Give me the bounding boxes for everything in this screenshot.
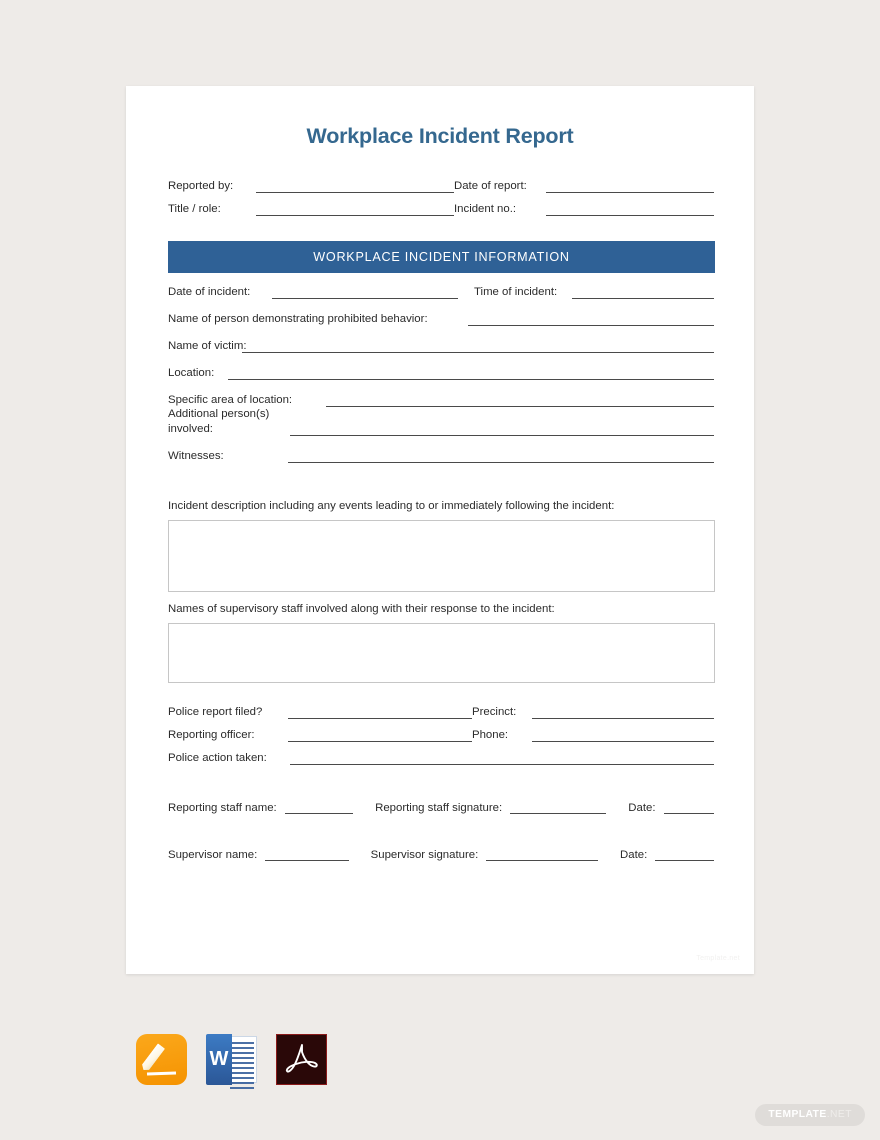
row-specific-area: Specific area of location: xyxy=(168,394,714,407)
field-phone[interactable]: Phone: xyxy=(472,729,714,742)
acrobat-a-glyph xyxy=(285,1043,318,1073)
row-police-report-precinct: Police report filed? Precinct: xyxy=(168,706,714,719)
label-phone: Phone: xyxy=(472,729,509,741)
brand-name-bold: TEMPLATE xyxy=(768,1109,827,1120)
input-title-role[interactable] xyxy=(256,205,454,216)
label-witnesses: Witnesses: xyxy=(168,450,224,462)
label-date-of-report: Date of report: xyxy=(454,180,527,192)
label-date-of-incident: Date of incident: xyxy=(168,286,251,298)
brand-name-light: .NET xyxy=(826,1109,852,1120)
row-prohibited-behavior: Name of person demonstrating prohibited … xyxy=(168,313,714,326)
row-location: Location: xyxy=(168,367,714,380)
label-location: Location: xyxy=(168,367,215,379)
word-text-lines xyxy=(230,1042,254,1092)
input-prohibited-behavior[interactable] xyxy=(468,315,714,326)
banner-label: WORKPLACE INCIDENT INFORMATION xyxy=(313,250,570,264)
field-reporting-officer[interactable]: Reporting officer: xyxy=(168,729,472,742)
incident-information-block: Date of incident: Time of incident: Name… xyxy=(168,286,714,477)
pages-icon-shape xyxy=(136,1034,187,1085)
input-reporting-staff-date[interactable] xyxy=(663,803,714,814)
label-reporting-staff-name: Reporting staff name: xyxy=(168,802,277,814)
section-banner-workplace-incident-information: WORKPLACE INCIDENT INFORMATION xyxy=(168,241,715,273)
input-phone[interactable] xyxy=(532,731,714,742)
input-reporting-staff-name[interactable] xyxy=(284,803,354,814)
input-date-of-incident[interactable] xyxy=(272,288,458,299)
label-prohibited-behavior: Name of person demonstrating prohibited … xyxy=(168,313,428,325)
police-information-block: Police report filed? Precinct: Reporting… xyxy=(168,706,714,775)
label-reported-by: Reported by: xyxy=(168,180,234,192)
input-date-of-report[interactable] xyxy=(546,182,714,193)
input-supervisory-staff[interactable] xyxy=(168,623,715,683)
label-title-role: Title / role: xyxy=(168,203,221,215)
label-precinct: Precinct: xyxy=(472,706,517,718)
label-supervisor-name: Supervisor name: xyxy=(168,849,258,861)
microsoft-word-icon[interactable]: W xyxy=(206,1034,258,1090)
label-reporting-officer: Reporting officer: xyxy=(168,729,255,741)
input-reporting-officer[interactable] xyxy=(288,731,472,742)
row-reported-by: Reported by: Date of report: xyxy=(168,180,714,193)
field-date-of-report[interactable]: Date of report: xyxy=(454,180,714,193)
label-incident-no: Incident no.: xyxy=(454,203,517,215)
row-supervisor: Supervisor name: Supervisor signature: D… xyxy=(168,849,714,861)
input-name-of-victim[interactable] xyxy=(242,342,714,353)
input-additional-persons[interactable] xyxy=(290,425,714,436)
input-witnesses[interactable] xyxy=(288,452,714,463)
row-reporting-staff: Reporting staff name: Reporting staff si… xyxy=(168,802,714,814)
row-date-time-of-incident: Date of incident: Time of incident: xyxy=(168,286,714,299)
label-police-report-filed: Police report filed? xyxy=(168,706,263,718)
input-supervisor-date[interactable] xyxy=(655,850,714,861)
field-police-report-filed[interactable]: Police report filed? xyxy=(168,706,472,719)
label-supervisor-date: Date: xyxy=(620,849,648,861)
input-specific-area[interactable] xyxy=(326,396,714,407)
supervisor-signature-row: Supervisor name: Supervisor signature: D… xyxy=(168,849,714,861)
field-incident-no[interactable]: Incident no.: xyxy=(454,203,714,216)
field-title-role[interactable]: Title / role: xyxy=(168,203,454,216)
label-incident-description: Incident description including any event… xyxy=(168,500,615,512)
label-supervisory-staff: Names of supervisory staff involved alon… xyxy=(168,603,555,615)
input-incident-no[interactable] xyxy=(546,205,714,216)
input-reported-by[interactable] xyxy=(256,182,454,193)
row-additional-persons: Additional person(s) involved: xyxy=(168,407,714,436)
label-name-of-victim: Name of victim: xyxy=(168,340,247,352)
input-time-of-incident[interactable] xyxy=(572,288,714,299)
input-reporting-staff-signature[interactable] xyxy=(510,803,607,814)
input-incident-description[interactable] xyxy=(168,520,715,592)
document-watermark: Template.net xyxy=(696,955,740,962)
pen-icon xyxy=(140,1043,165,1072)
input-location[interactable] xyxy=(228,369,714,380)
input-supervisor-name[interactable] xyxy=(265,850,349,861)
document-page: Workplace Incident Report Reported by: D… xyxy=(126,86,754,974)
file-format-icons: W xyxy=(136,1034,328,1090)
label-supervisor-signature: Supervisor signature: xyxy=(370,849,479,861)
row-reporting-officer-phone: Reporting officer: Phone: xyxy=(168,729,714,742)
word-icon-shape: W xyxy=(206,1034,257,1089)
label-reporting-staff-signature: Reporting staff signature: xyxy=(375,802,503,814)
input-precinct[interactable] xyxy=(532,708,714,719)
label-police-action-taken: Police action taken: xyxy=(168,752,267,764)
label-specific-area: Specific area of location: xyxy=(168,394,293,406)
input-supervisor-signature[interactable] xyxy=(486,850,599,861)
word-letter: W xyxy=(209,1048,229,1070)
input-police-action-taken[interactable] xyxy=(290,754,714,765)
template-net-badge[interactable]: TEMPLATE.NET xyxy=(755,1104,865,1126)
pdf-icon-shape xyxy=(276,1034,327,1085)
row-title-role: Title / role: Incident no.: xyxy=(168,203,714,216)
underline-shape xyxy=(146,1070,177,1075)
field-reported-by[interactable]: Reported by: xyxy=(168,180,454,193)
input-police-report-filed[interactable] xyxy=(288,708,472,719)
row-police-action-taken: Police action taken: xyxy=(168,752,714,765)
row-name-of-victim: Name of victim: xyxy=(168,340,714,353)
row-witnesses: Witnesses: xyxy=(168,450,714,463)
header-fields-block: Reported by: Date of report: Title / rol… xyxy=(168,180,714,226)
label-time-of-incident: Time of incident: xyxy=(474,286,558,298)
adobe-pdf-icon[interactable] xyxy=(276,1034,328,1090)
label-reporting-staff-date: Date: xyxy=(628,802,656,814)
label-additional-persons: Additional person(s) involved: xyxy=(168,408,270,435)
page-title: Workplace Incident Report xyxy=(306,124,574,148)
reporting-staff-signature-row: Reporting staff name: Reporting staff si… xyxy=(168,802,714,814)
field-precinct[interactable]: Precinct: xyxy=(472,706,714,719)
apple-pages-icon[interactable] xyxy=(136,1034,188,1090)
